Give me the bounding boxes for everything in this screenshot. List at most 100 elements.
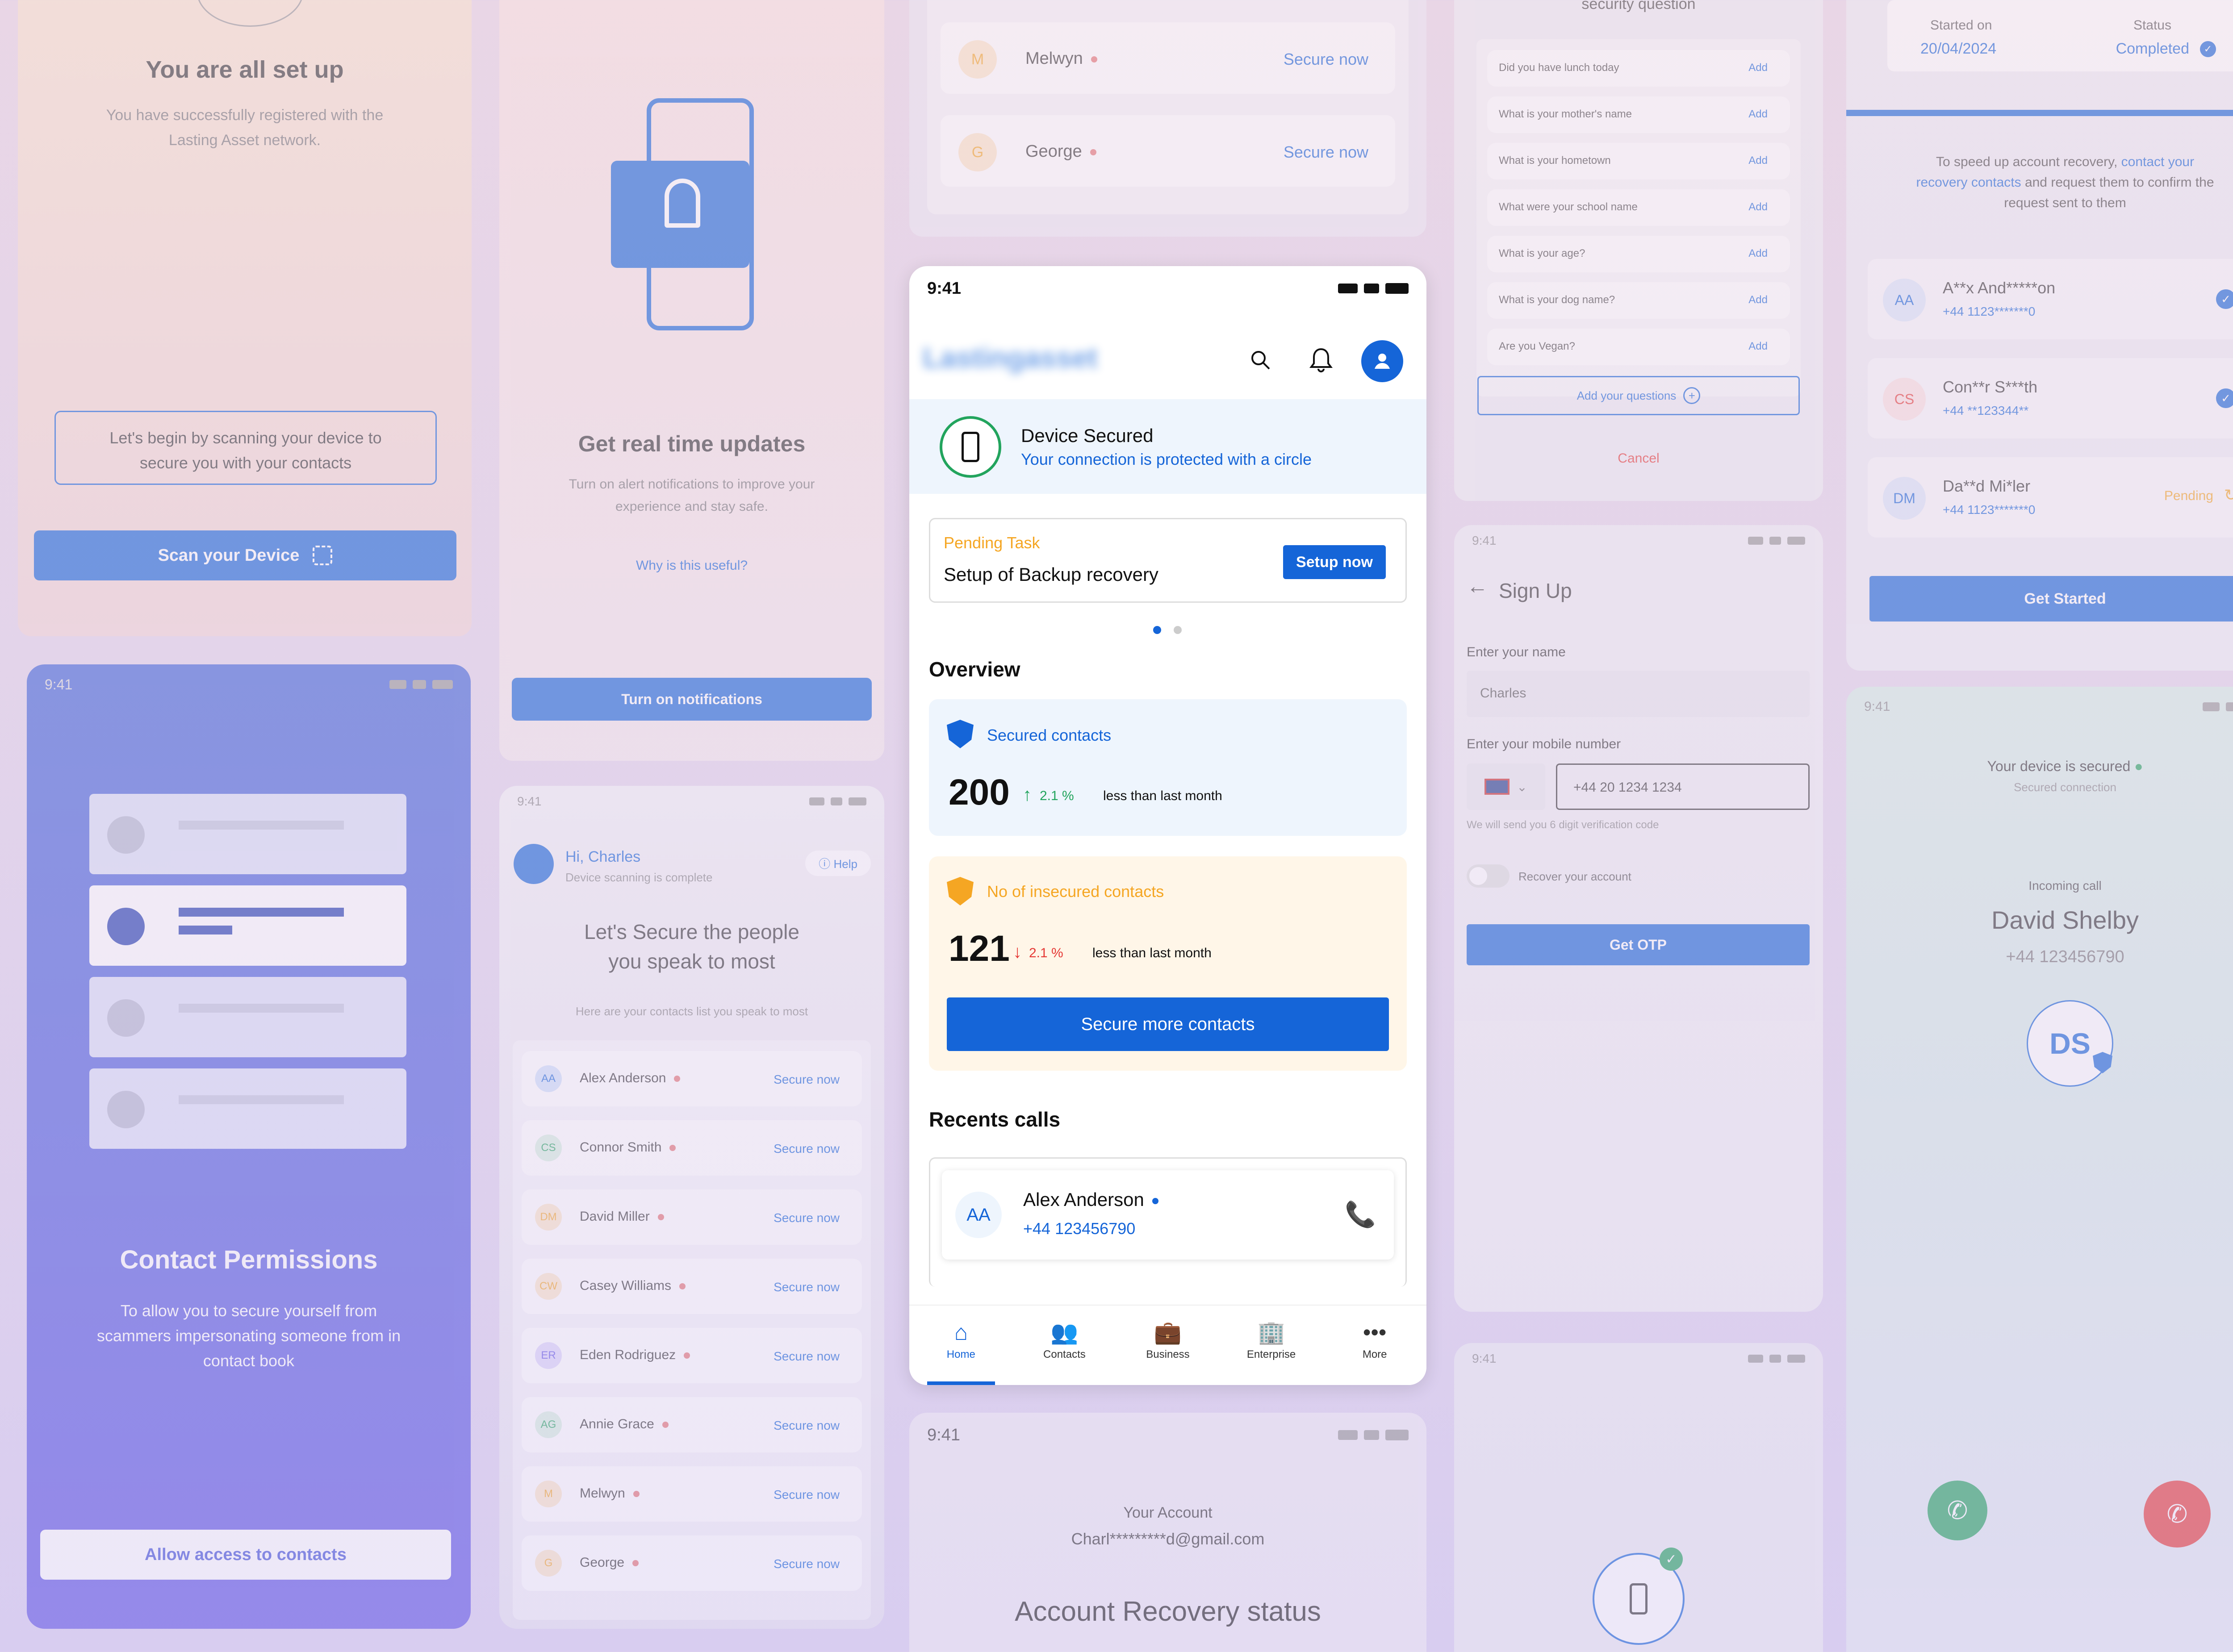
get-started-button[interactable]: Get Started [1869,576,2233,622]
tab-enterprise[interactable]: 🏢 Enterprise [1220,1306,1323,1385]
add-link[interactable]: Add [1748,62,1768,74]
contact-avatar: DM [535,1204,562,1231]
caller-number: +44 123456790 [1023,1219,1136,1238]
add-link[interactable]: Add [1748,294,1768,306]
question-text: What is your mother's name [1499,108,1632,120]
secure-now-link[interactable]: Secure now [1284,50,1368,69]
decline-call-button[interactable]: ✆ [2144,1481,2211,1548]
add-link[interactable]: Add [1748,340,1768,353]
question-row[interactable]: What is your dog name? Add [1487,282,1790,319]
incoming-call-icon[interactable]: 📞 [1345,1200,1376,1229]
phone-input[interactable]: +44 20 1234 1234 [1556,763,1810,810]
tab-business[interactable]: 💼 Business [1116,1306,1220,1385]
status-icons [1748,1355,1805,1363]
setup-now-button[interactable]: Setup now [1283,545,1386,579]
list-item[interactable]: DM David Miller Secure now [522,1189,862,1245]
unsecured-dot [674,1076,681,1082]
secure-now-link[interactable]: Secure now [1284,143,1368,162]
add-questions-button[interactable]: Add your questions + [1477,376,1800,415]
unsecured-dot [1091,56,1097,63]
accept-call-button[interactable]: ✆ [1928,1481,1987,1540]
secure-now-link[interactable]: Secure now [774,1072,840,1087]
secure-more-button[interactable]: Secure more contacts [947,997,1389,1051]
phone-label: Enter your mobile number [1467,737,1621,751]
recovery-contact-row[interactable]: CS Con**r S***th +44 **123344** ✓ [1868,358,2233,438]
contact-avatar: M [535,1481,562,1507]
why-useful-link[interactable]: Why is this useful? [499,558,884,573]
contact-name: Melwyn [580,1486,640,1501]
tab-contacts[interactable]: 👥 Contacts [1013,1306,1116,1385]
unsecured-dot [679,1283,686,1290]
secure-now-link[interactable]: Secure now [774,1418,840,1433]
recent-call-row[interactable]: AA Alex Anderson +44 123456790 📞 [942,1170,1394,1260]
recover-toggle[interactable] [1467,864,1510,888]
question-row[interactable]: What is your mother's name Add [1487,96,1790,133]
allow-contacts-button[interactable]: Allow access to contacts [40,1530,451,1580]
add-link[interactable]: Add [1748,108,1768,121]
secure-now-link[interactable]: Secure now [774,1349,840,1364]
get-otp-button[interactable]: Get OTP [1467,924,1810,965]
name-input[interactable]: Charles [1467,671,1810,717]
list-item[interactable]: AA Alex Anderson Secure now [522,1051,862,1106]
list-item[interactable]: CW Casey Williams Secure now [522,1259,862,1314]
contact-name: George [580,1555,639,1570]
search-icon[interactable] [1250,349,1271,371]
briefcase-icon: 💼 [1154,1320,1182,1345]
bell-icon[interactable] [1309,347,1333,372]
question-row[interactable]: What is your hometown Add [1487,143,1790,179]
secure-now-link[interactable]: Secure now [774,1557,840,1571]
back-arrow-icon[interactable]: ← [1467,574,1488,599]
turn-on-notifications-button[interactable]: Turn on notifications [512,678,872,721]
status-icons [1748,537,1805,545]
chevron-down-icon: ⌄ [1517,780,1527,794]
phone-shield-icon [940,416,1001,478]
recover-label: Recover your account [1518,870,1631,883]
question-row[interactable]: What is your age? Add [1487,236,1790,272]
list-item[interactable]: G George Secure now [522,1535,862,1591]
scan-device-label: Scan your Device [158,546,300,565]
secure-now-link[interactable]: Secure now [774,1211,840,1225]
add-link[interactable]: Add [1748,247,1768,260]
account-email: Charl*********d@gmail.com [1071,1530,1265,1548]
status-icons [1338,1430,1409,1440]
profile-avatar[interactable] [1361,340,1403,382]
question-row[interactable]: What were your school name Add [1487,189,1790,226]
list-item[interactable]: ER Eden Rodriguez Secure now [522,1328,862,1383]
setup-circle [197,0,304,27]
phone-bell-illustration [611,98,772,335]
plus-circle-icon: + [1683,387,1701,404]
help-button[interactable]: ⓘ Help [805,851,871,876]
tab-more[interactable]: ••• More [1323,1306,1426,1385]
list-item[interactable]: CS Connor Smith Secure now [522,1120,862,1176]
question-text: What were your school name [1499,201,1638,213]
list-item[interactable]: M Melwyn Secure now [522,1466,862,1522]
add-link[interactable]: Add [1748,201,1768,213]
cancel-link[interactable]: Cancel [1454,451,1823,466]
updates-body: Turn on alert notifications to improve y… [569,477,815,514]
status-icons [389,680,453,689]
scan-device-button[interactable]: Scan your Device [34,530,456,580]
tab-home[interactable]: ⌂ Home [909,1306,1013,1385]
secured-note: less than last month [1103,788,1222,803]
recovery-contact-row[interactable]: DM Da**d Mi*ler +44 1123*******0 Pending ↻ [1868,457,2233,538]
add-link[interactable]: Add [1748,154,1768,167]
secure-now-link[interactable]: Secure now [774,1280,840,1294]
contact-avatar: ER [535,1342,562,1369]
secured-label: Secured contacts [987,726,1112,744]
setup-subtitle: You have successfully registered with th… [106,107,384,149]
contact-card-2 [89,885,406,966]
secure-now-link[interactable]: Secure now [774,1488,840,1502]
list-item[interactable]: AG Annie Grace Secure now [522,1397,862,1452]
question-row[interactable]: Did you have lunch today Add [1487,50,1790,87]
resend-icon[interactable]: ↻ [2224,486,2233,505]
intro-b: and request them to confirm the request … [2004,175,2214,210]
list-item[interactable]: M Melwyn Secure now [941,22,1395,94]
secure-people-screen: 9:41 Hi, Charles Device scanning is comp… [499,786,884,1629]
insecure-note: less than last month [1092,946,1212,960]
contact-card-1 [89,794,406,874]
country-select[interactable]: ⌄ [1467,763,1545,810]
list-item[interactable]: G George Secure now [941,115,1395,187]
secure-now-link[interactable]: Secure now [774,1142,840,1156]
question-row[interactable]: Are you Vegan? Add [1487,329,1790,365]
recovery-contact-row[interactable]: AA A**x And*****on +44 1123*******0 ✓ [1868,259,2233,339]
